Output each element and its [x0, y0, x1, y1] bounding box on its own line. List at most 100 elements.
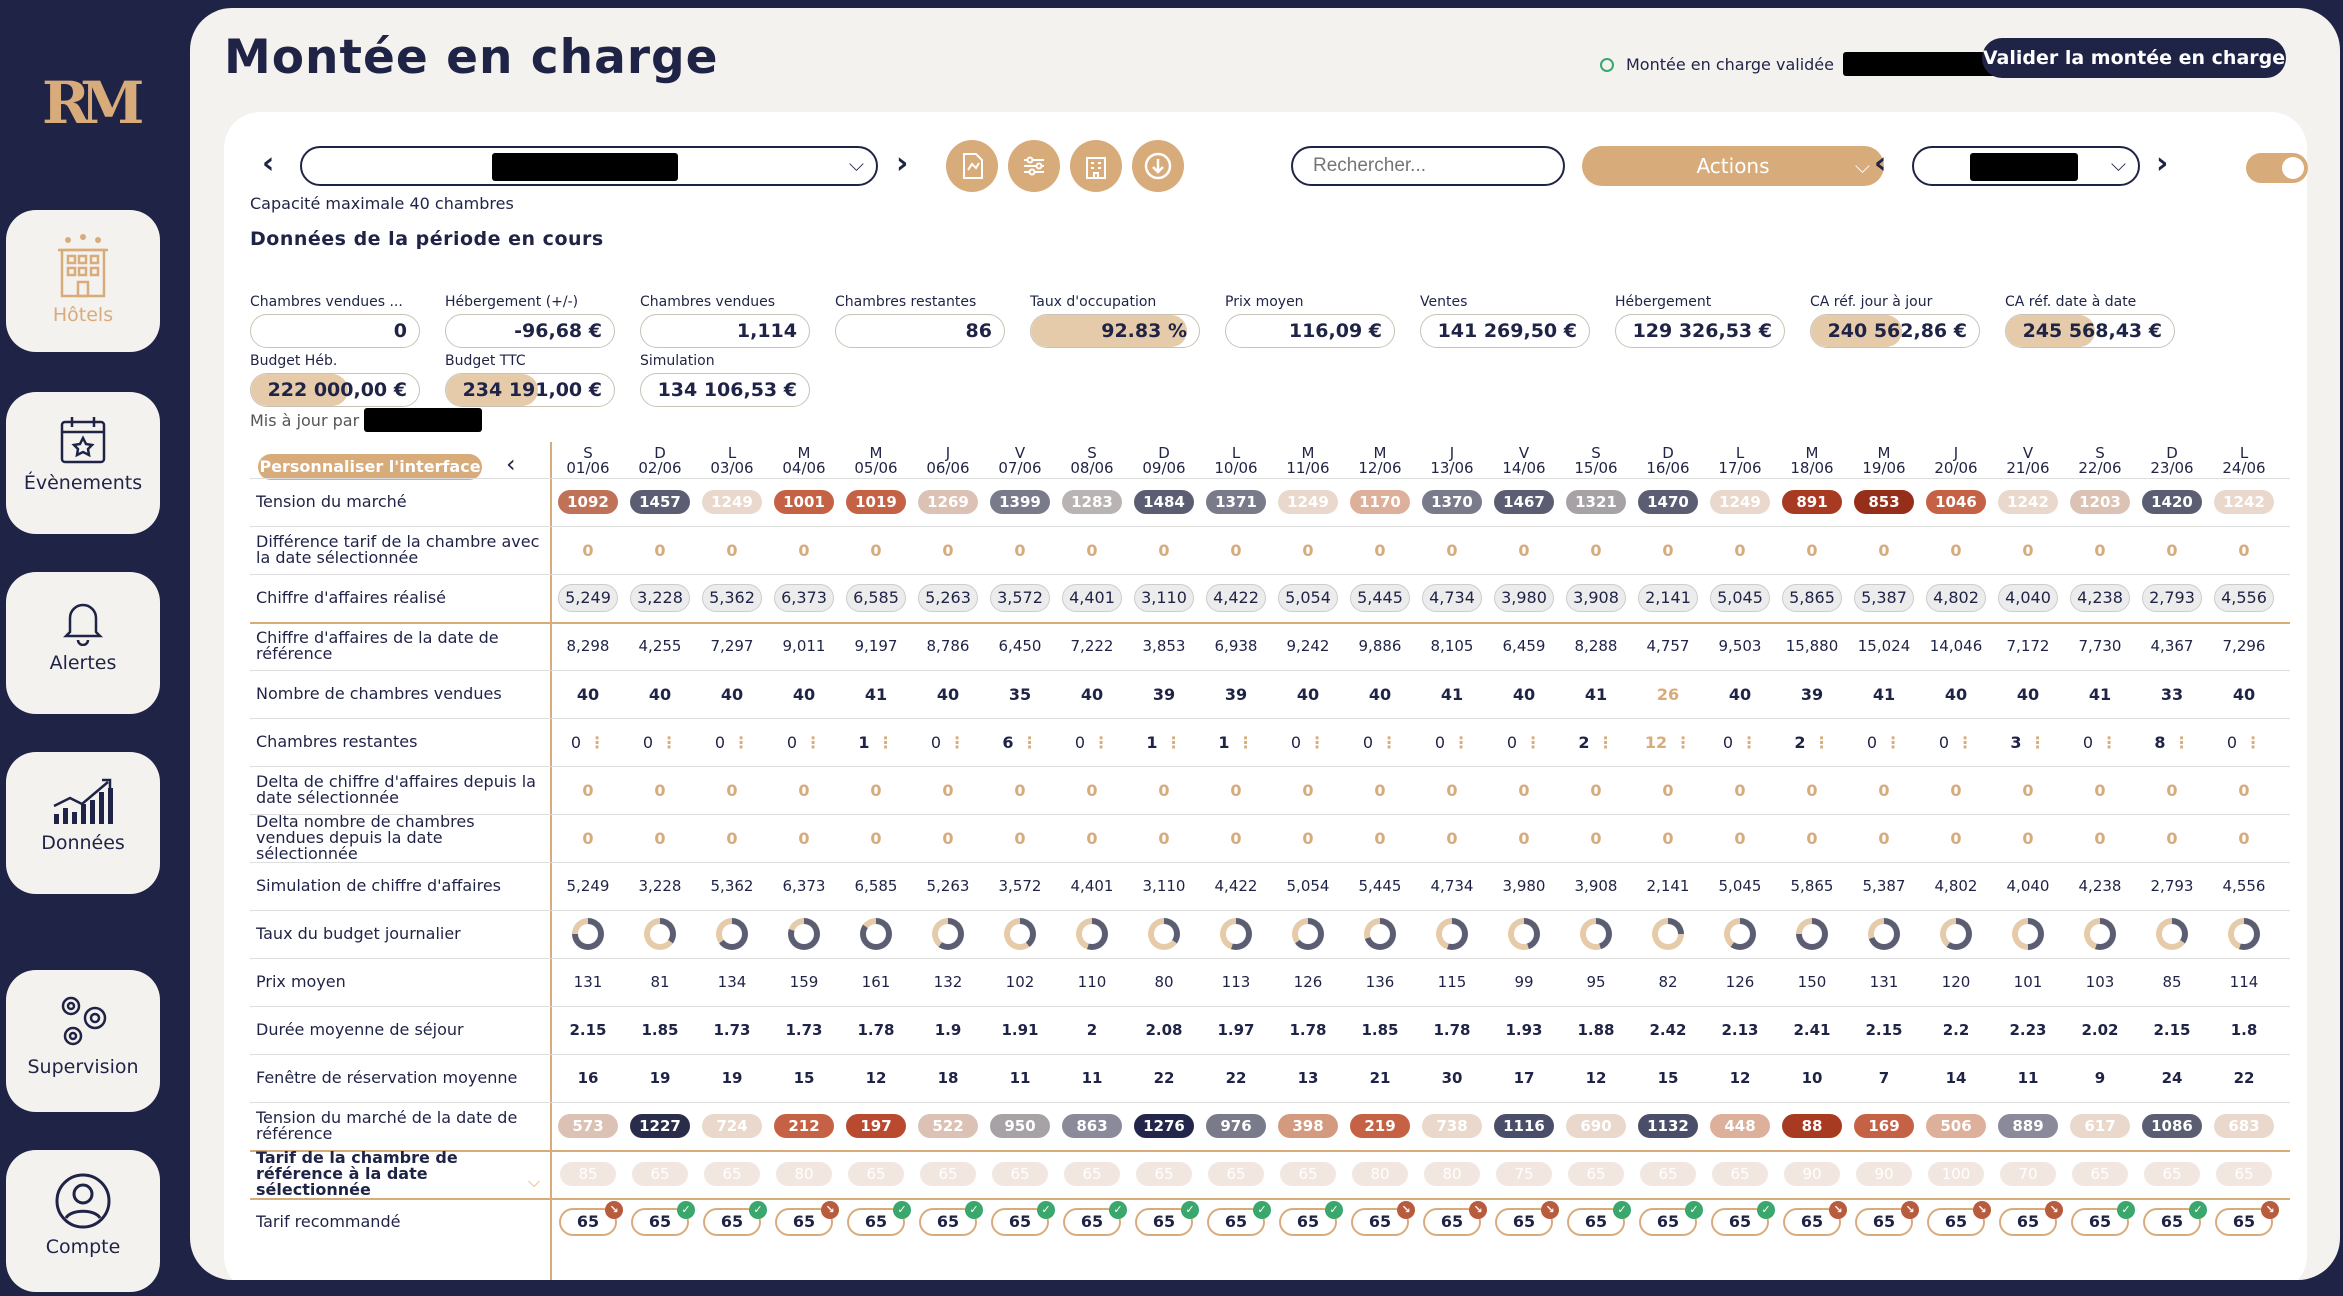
download-button[interactable]	[1132, 140, 1184, 192]
more-icon[interactable]: ⋮	[1238, 733, 1254, 752]
prev-period-arrow-icon[interactable]: ‹	[1874, 146, 1886, 181]
recommended-rate[interactable]: 65 ✓	[1567, 1201, 1631, 1236]
recommended-rate[interactable]: 65 ↘	[1423, 1201, 1487, 1236]
view-toggle[interactable]	[2246, 153, 2308, 183]
recommended-rate[interactable]: 65 ↘	[1783, 1201, 1847, 1236]
prev-hotel-arrow-icon[interactable]: ‹	[262, 146, 274, 181]
more-icon[interactable]: ⋮	[1525, 733, 1541, 752]
date-header[interactable]: J 13/06	[1416, 446, 1488, 476]
next-period-arrow-icon[interactable]: ›	[2156, 146, 2168, 181]
recommended-rate[interactable]: 65 ✓	[991, 1201, 1055, 1236]
sidebar-item-hotels[interactable]: Hôtels	[6, 210, 160, 352]
more-icon[interactable]: ⋮	[1381, 733, 1397, 752]
sidebar-item-data[interactable]: Données	[6, 752, 160, 894]
recommended-rate[interactable]: 65 ↘	[1927, 1201, 1991, 1236]
recommended-rate[interactable]: 65 ✓	[1135, 1201, 1199, 1236]
more-icon[interactable]: ⋮	[1741, 733, 1757, 752]
more-icon[interactable]: ⋮	[2030, 733, 2046, 752]
more-icon[interactable]: ⋮	[589, 733, 605, 752]
date-header[interactable]: S 15/06	[1560, 446, 1632, 476]
report-button[interactable]	[946, 140, 998, 192]
date-header[interactable]: M 05/06	[840, 446, 912, 476]
recommended-rate[interactable]: 65 ✓	[847, 1201, 911, 1236]
date-header[interactable]: V 21/06	[1992, 446, 2064, 476]
more-icon[interactable]: ⋮	[1453, 733, 1469, 752]
date-header[interactable]: L 10/06	[1200, 446, 1272, 476]
recommended-rate[interactable]: 65 ↘	[1495, 1201, 1559, 1236]
more-icon[interactable]: ⋮	[661, 733, 677, 752]
date-header[interactable]: L 24/06	[2208, 446, 2280, 476]
search-input[interactable]	[1291, 146, 1565, 186]
date-header[interactable]: D 02/06	[624, 446, 696, 476]
date-header[interactable]: J 20/06	[1920, 446, 1992, 476]
more-icon[interactable]: ⋮	[2245, 733, 2261, 752]
date-header[interactable]: S 22/06	[2064, 446, 2136, 476]
date-header[interactable]: D 09/06	[1128, 446, 1200, 476]
grid-cell: 5,263	[912, 574, 984, 622]
recommended-rate[interactable]: 65 ✓	[703, 1201, 767, 1236]
more-icon[interactable]: ⋮	[1598, 733, 1614, 752]
date-header[interactable]: S 08/06	[1056, 446, 1128, 476]
customize-interface-button[interactable]: Personnaliser l'interface	[258, 454, 482, 480]
trend-down-icon: ↘	[2045, 1201, 2063, 1219]
building-button[interactable]	[1070, 140, 1122, 192]
more-icon[interactable]: ⋮	[1166, 733, 1182, 752]
date-header[interactable]: L 03/06	[696, 446, 768, 476]
more-icon[interactable]: ⋮	[733, 733, 749, 752]
recommended-rate[interactable]: 65 ↘	[1351, 1201, 1415, 1236]
more-icon[interactable]: ⋮	[2174, 733, 2190, 752]
date-header[interactable]: M 19/06	[1848, 446, 1920, 476]
validate-button[interactable]: Valider la montée en charge	[1982, 38, 2286, 78]
date-header[interactable]: V 14/06	[1488, 446, 1560, 476]
more-icon[interactable]: ⋮	[1675, 733, 1691, 752]
recommended-rate[interactable]: 65 ✓	[1711, 1201, 1775, 1236]
date-header[interactable]: S 01/06	[552, 446, 624, 476]
more-icon[interactable]: ⋮	[805, 733, 821, 752]
sidebar-item-events[interactable]: Évènements	[6, 392, 160, 534]
expand-chevron-icon[interactable]: ⌵	[528, 1172, 540, 1192]
recommended-rate[interactable]: 65 ↘	[1855, 1201, 1919, 1236]
date-header[interactable]: L 17/06	[1704, 446, 1776, 476]
actions-dropdown[interactable]: Actions ⌵	[1582, 146, 1884, 186]
recommended-rate[interactable]: 65 ✓	[1063, 1201, 1127, 1236]
date-header[interactable]: J 06/06	[912, 446, 984, 476]
recommended-rate[interactable]: 65 ✓	[1639, 1201, 1703, 1236]
recommended-rate[interactable]: 65 ✓	[919, 1201, 983, 1236]
more-icon[interactable]: ⋮	[949, 733, 965, 752]
recommended-rate[interactable]: 65 ✓	[1279, 1201, 1343, 1236]
collapse-chevron-icon[interactable]: ‹	[506, 450, 516, 478]
date-header[interactable]: D 16/06	[1632, 446, 1704, 476]
recommended-rate-value: 65	[864, 1212, 888, 1231]
date-header[interactable]: V 07/06	[984, 446, 1056, 476]
recommended-rate[interactable]: 65 ↘	[559, 1201, 623, 1236]
recommended-rate[interactable]: 65 ✓	[631, 1201, 695, 1236]
rooms-sold: 41	[1872, 684, 1896, 704]
sidebar-item-alerts[interactable]: Alertes	[6, 572, 160, 714]
more-icon[interactable]: ⋮	[878, 733, 894, 752]
recommended-rate[interactable]: 65 ✓	[1207, 1201, 1271, 1236]
recommended-rate[interactable]: 65 ↘	[2215, 1201, 2279, 1236]
more-icon[interactable]: ⋮	[1093, 733, 1109, 752]
date-header[interactable]: D 23/06	[2136, 446, 2208, 476]
hotel-select[interactable]: ⌵	[300, 146, 878, 186]
next-hotel-arrow-icon[interactable]: ›	[896, 146, 908, 181]
date-header[interactable]: M 12/06	[1344, 446, 1416, 476]
more-icon[interactable]: ⋮	[1957, 733, 1973, 752]
kpi-label: Chambres vendues ...	[250, 294, 403, 310]
more-icon[interactable]: ⋮	[1022, 733, 1038, 752]
recommended-rate[interactable]: 65 ↘	[1999, 1201, 2063, 1236]
more-icon[interactable]: ⋮	[1885, 733, 1901, 752]
date-header[interactable]: M 11/06	[1272, 446, 1344, 476]
recommended-rate[interactable]: 65 ✓	[2143, 1201, 2207, 1236]
more-icon[interactable]: ⋮	[2101, 733, 2117, 752]
recommended-rate[interactable]: 65 ✓	[2071, 1201, 2135, 1236]
sidebar-item-account[interactable]: Compte	[6, 1150, 160, 1292]
date-header[interactable]: M 18/06	[1776, 446, 1848, 476]
date-header[interactable]: M 04/06	[768, 446, 840, 476]
recommended-rate[interactable]: 65 ↘	[775, 1201, 839, 1236]
settings-button[interactable]	[1008, 140, 1060, 192]
period-select[interactable]: ⌵	[1912, 146, 2140, 186]
more-icon[interactable]: ⋮	[1309, 733, 1325, 752]
sidebar-item-supervision[interactable]: Supervision	[6, 970, 160, 1112]
more-icon[interactable]: ⋮	[1814, 733, 1830, 752]
